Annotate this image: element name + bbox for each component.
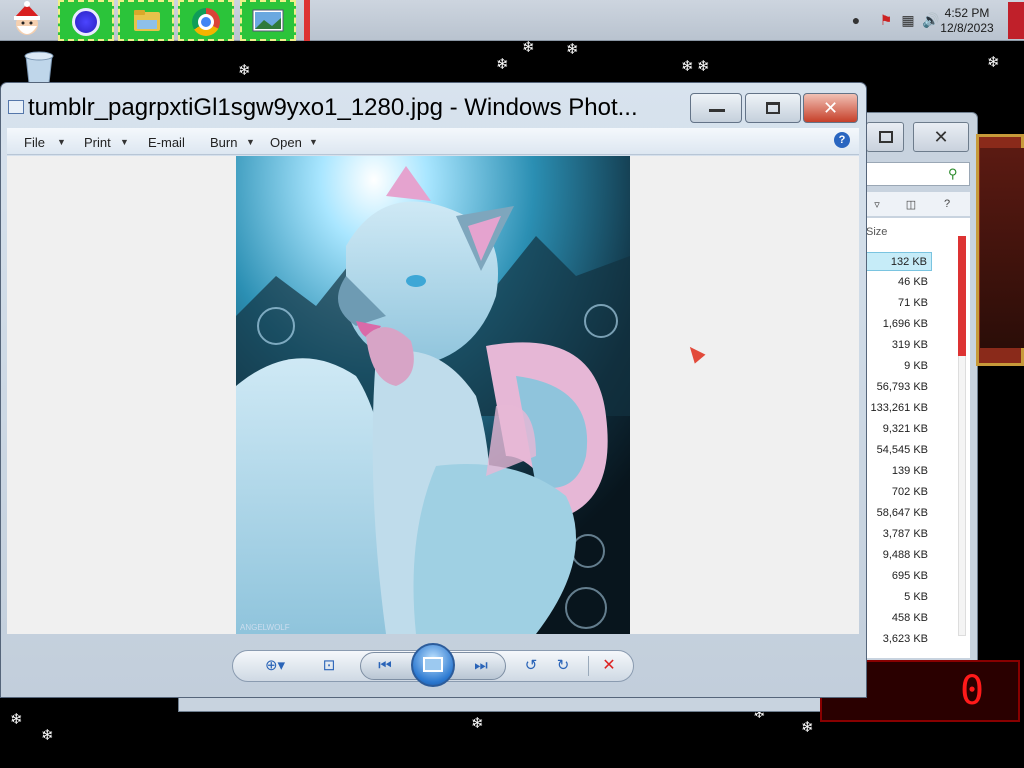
maximize-icon <box>766 102 780 114</box>
file-row-size[interactable]: 9 KB <box>866 357 932 376</box>
menu-burn[interactable]: Burn <box>210 135 237 150</box>
action-center-flag-icon[interactable]: ⚑ <box>878 12 894 28</box>
file-row-size[interactable]: 1,696 KB <box>866 315 932 334</box>
window-title: tumblr_pagrpxtiGl1sgw9yxo1_1280.jpg - Wi… <box>28 94 638 121</box>
taskbar-app-file-explorer[interactable] <box>118 0 174 41</box>
file-row-size[interactable]: 139 KB <box>866 462 932 481</box>
snowflake-icon: ❄ <box>681 58 694 75</box>
minimize-icon <box>709 109 725 112</box>
snowflake-icon: ❄ <box>522 39 535 56</box>
file-row-size[interactable]: 54,545 KB <box>866 441 932 460</box>
file-row-size[interactable]: 71 KB <box>866 294 932 313</box>
displayed-image: ANGELWOLF <box>236 156 630 634</box>
actual-size-icon[interactable]: ⊡ <box>318 656 340 676</box>
slideshow-icon <box>423 657 443 672</box>
controls-separator <box>588 656 589 676</box>
search-icon[interactable]: ⚲ <box>948 166 962 181</box>
rotate-clockwise-icon[interactable]: ↻ <box>552 656 574 676</box>
explorer-scrollbar-thumb[interactable] <box>958 236 966 356</box>
file-row-size[interactable]: 3,787 KB <box>866 525 932 544</box>
svg-text:ANGELWOLF: ANGELWOLF <box>240 623 290 632</box>
menu-email[interactable]: E-mail <box>148 135 185 150</box>
explorer-close-button[interactable]: ✕ <box>913 122 969 152</box>
clock-time[interactable]: 4:52 PM <box>932 6 1002 20</box>
taskbar-overflow-marker <box>304 0 310 41</box>
photo-viewer-title-icon <box>8 100 24 114</box>
orb-icon <box>72 8 100 36</box>
snowflake-icon: ❄ <box>801 719 814 736</box>
folder-icon <box>134 10 160 31</box>
file-row-size[interactable]: 695 KB <box>866 567 932 586</box>
file-row-size[interactable]: 133,261 KB <box>866 399 932 418</box>
snowflake-icon: ❄ <box>471 715 484 732</box>
dot-icon[interactable]: ● <box>848 12 864 28</box>
close-button[interactable]: ✕ <box>803 93 858 123</box>
snowflake-icon: ❄ <box>238 62 251 79</box>
snowflake-icon: ❄ <box>697 58 710 75</box>
size-column-header[interactable]: Size <box>866 226 926 238</box>
wallpaper-picture <box>980 148 1024 348</box>
explorer-maximize-button[interactable] <box>866 122 904 152</box>
santa-start-button[interactable] <box>4 0 50 41</box>
snowflake-icon: ❄ <box>10 711 23 728</box>
recycle-bin-icon[interactable] <box>20 50 58 84</box>
red-clock-digit: 0 <box>960 668 985 714</box>
taskbar-app-photo-viewer[interactable] <box>240 0 296 41</box>
santa-icon <box>14 1 40 35</box>
zoom-icon[interactable]: ⊕▾ <box>258 656 292 676</box>
next-icon[interactable]: ⏭ <box>470 656 492 676</box>
chevron-down-icon[interactable]: ▼ <box>246 137 255 147</box>
snowflake-icon: ❄ <box>41 727 54 744</box>
file-row-size[interactable]: 132 KB <box>866 252 932 271</box>
file-row-size[interactable]: 9,321 KB <box>866 420 932 439</box>
snowflake-icon: ❄ <box>987 54 1000 71</box>
file-row-size[interactable]: 702 KB <box>866 483 932 502</box>
menu-file[interactable]: File <box>24 135 45 150</box>
file-row-size[interactable]: 319 KB <box>866 336 932 355</box>
chevron-down-icon[interactable]: ▼ <box>309 137 318 147</box>
chevron-down-icon[interactable]: ▼ <box>120 137 129 147</box>
view-options-icon[interactable]: ▿ <box>870 198 884 211</box>
preview-pane-icon[interactable]: ◫ <box>904 198 918 211</box>
photo-viewer-icon <box>252 9 284 32</box>
snowflake-icon: ❄ <box>566 41 579 58</box>
previous-icon[interactable]: ⏮ <box>374 656 396 676</box>
system-tray: ● ⚑ ▦ 🔊 4:52 PM 12/8/2023 <box>834 0 1024 41</box>
chevron-down-icon[interactable]: ▼ <box>57 137 66 147</box>
file-row-size[interactable]: 3,623 KB <box>866 630 932 649</box>
chrome-icon <box>192 8 220 36</box>
maximize-button[interactable] <box>745 93 801 123</box>
menu-bar <box>7 128 859 155</box>
file-row-size[interactable]: 5 KB <box>866 588 932 607</box>
rotate-counterclockwise-icon[interactable]: ↺ <box>520 656 542 676</box>
file-row-size[interactable]: 56,793 KB <box>866 378 932 397</box>
clock-date[interactable]: 12/8/2023 <box>932 21 1002 35</box>
explorer-help-icon[interactable]: ? <box>940 198 954 210</box>
taskbar-app-chrome[interactable] <box>178 0 234 41</box>
file-row-size[interactable]: 46 KB <box>866 273 932 292</box>
menu-print[interactable]: Print <box>84 135 111 150</box>
close-icon: ✕ <box>822 98 839 118</box>
minimize-button[interactable] <box>690 93 742 123</box>
desktop: ● ⚑ ▦ 🔊 4:52 PM 12/8/2023 ❄ ❄ ❄ ❄ ❄ ❄ ❄ … <box>0 0 1024 768</box>
file-row-size[interactable]: 9,488 KB <box>866 546 932 565</box>
taskbar: ● ⚑ ▦ 🔊 4:52 PM 12/8/2023 <box>0 0 1024 41</box>
help-icon[interactable]: ? <box>834 132 850 148</box>
menu-open[interactable]: Open <box>270 135 302 150</box>
file-row-size[interactable]: 458 KB <box>866 609 932 628</box>
show-desktop-button[interactable] <box>1008 2 1024 39</box>
delete-icon[interactable]: ✕ <box>598 656 620 676</box>
snowflake-icon: ❄ <box>496 56 509 73</box>
file-row-size[interactable]: 58,647 KB <box>866 504 932 523</box>
taskbar-app-blue-orb[interactable] <box>58 0 114 41</box>
network-icon[interactable]: ▦ <box>900 12 916 28</box>
